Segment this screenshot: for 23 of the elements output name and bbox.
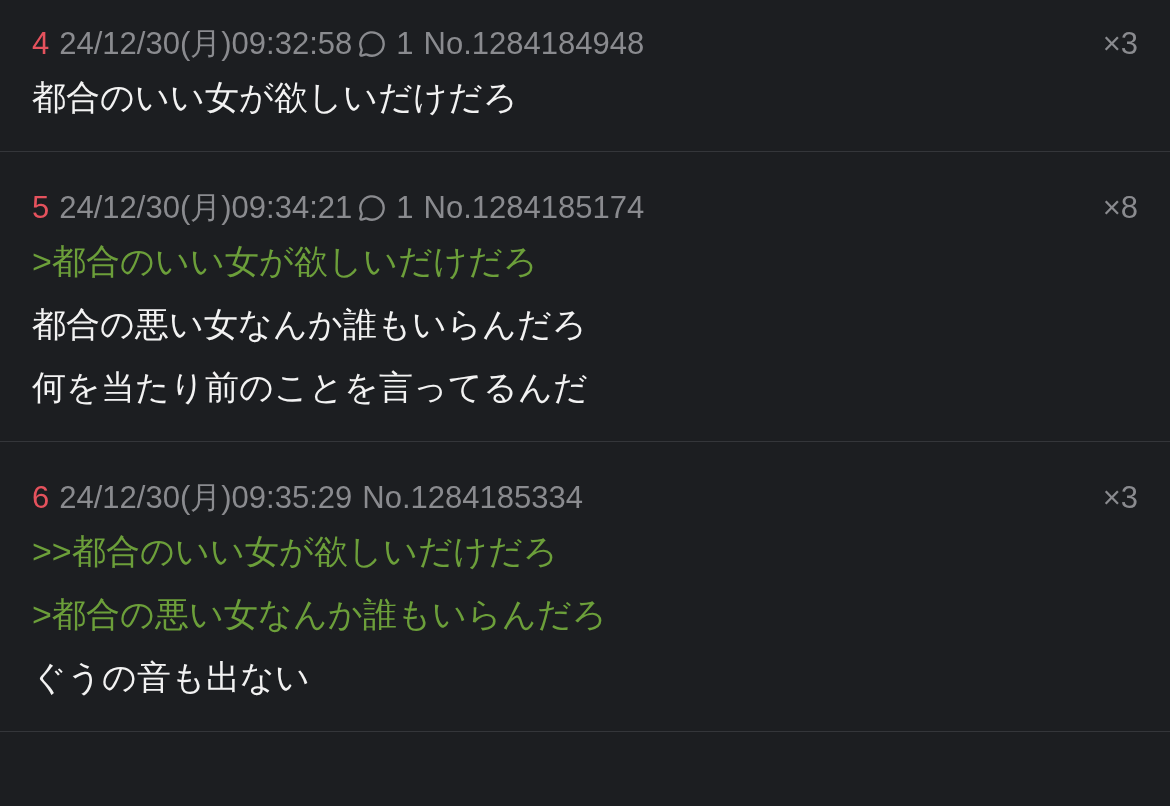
post-id: No.1284184948 xyxy=(423,24,645,63)
post-number: 5 xyxy=(32,188,50,227)
post-text: 何を当たり前のことを言ってるんだ xyxy=(32,367,589,408)
quote-line: >>都合のいい女が欲しいだけだろ xyxy=(32,531,559,572)
post-number: 4 xyxy=(32,24,50,63)
reply-count[interactable]: 1 xyxy=(396,20,414,68)
id-count: ×3 xyxy=(1102,478,1138,517)
id-count: ×8 xyxy=(1102,188,1138,227)
post-datetime: 24/12/30(月)09:34:21 xyxy=(59,188,353,227)
quote-line: >都合の悪い女なんか誰もいらんだろ xyxy=(32,594,608,635)
post-text: 都合のいい女が欲しいだけだろ xyxy=(32,77,519,118)
post-text: 都合の悪い女なんか誰もいらんだろ xyxy=(32,304,588,345)
post-id: No.1284185174 xyxy=(423,188,645,227)
post-datetime: 24/12/30(月)09:35:29 xyxy=(59,478,353,517)
quote-line: >都合のいい女が欲しいだけだろ xyxy=(32,241,539,282)
post-number: 6 xyxy=(32,478,50,517)
post-id: No.1284185334 xyxy=(362,478,583,517)
id-count: ×3 xyxy=(1102,24,1138,63)
post-datetime: 24/12/30(月)09:32:58 xyxy=(59,24,353,63)
reply-count[interactable]: 1 xyxy=(396,184,414,232)
post-text: ぐうの音も出ない xyxy=(32,657,311,698)
reply-icon[interactable] xyxy=(358,194,387,222)
reply-icon[interactable] xyxy=(358,30,387,58)
